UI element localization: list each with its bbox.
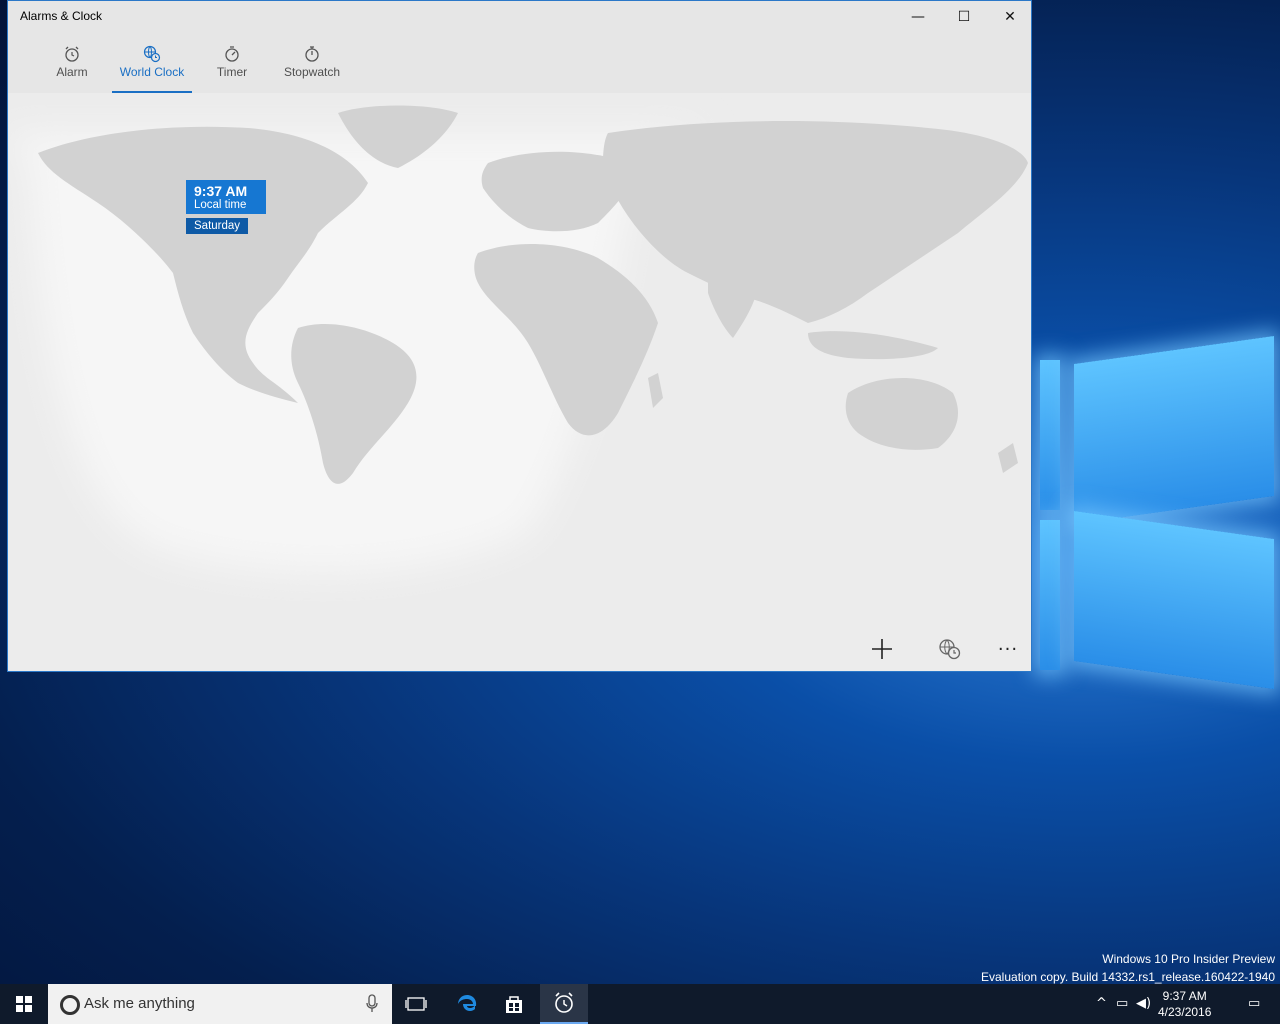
tab-bar: Alarm World Clock Timer Stopwatch bbox=[8, 33, 1031, 93]
tab-label: Stopwatch bbox=[283, 65, 341, 79]
windows-logo-icon bbox=[16, 996, 32, 1012]
wallpaper-windows-logo bbox=[1032, 320, 1280, 690]
edge-icon bbox=[458, 995, 477, 1011]
world-map[interactable]: 9:37 AM Local time Saturday ··· bbox=[8, 93, 1031, 671]
network-icon[interactable]: ▭ bbox=[1116, 996, 1128, 1011]
india bbox=[708, 271, 758, 338]
more-options-button[interactable]: ··· bbox=[988, 629, 1028, 669]
asia bbox=[603, 121, 1028, 324]
local-time-value: 9:37 AM bbox=[194, 183, 248, 199]
alarm-clock-app-icon bbox=[555, 992, 573, 1013]
plus-icon bbox=[872, 639, 892, 659]
local-time-label: Local time bbox=[194, 199, 247, 211]
store-icon bbox=[506, 996, 522, 1013]
action-center-icon[interactable]: ▭ bbox=[1248, 996, 1260, 1011]
alarms-clock-window: Alarms & Clock — ☐ ✕ Alarm World Clock T… bbox=[7, 0, 1032, 672]
window-title: Alarms & Clock bbox=[20, 9, 103, 23]
build-watermark: Windows 10 Pro Insider Preview Evaluatio… bbox=[981, 950, 1275, 986]
edge-browser-button[interactable] bbox=[443, 984, 491, 1024]
alarm-icon bbox=[65, 46, 79, 62]
minimize-button[interactable]: — bbox=[895, 1, 941, 33]
maximize-button[interactable]: ☐ bbox=[941, 1, 987, 33]
chevron-up-icon[interactable]: ^ bbox=[1096, 996, 1107, 1011]
add-city-button[interactable] bbox=[862, 629, 902, 669]
taskbar-time: 9:37 AM bbox=[1162, 989, 1207, 1003]
taskbar-clock[interactable]: 9:37 AM 4/23/2016 bbox=[1158, 988, 1211, 1020]
compare-clock-icon bbox=[939, 639, 961, 660]
new-zealand bbox=[998, 443, 1018, 473]
tab-timer[interactable]: Timer bbox=[208, 41, 256, 93]
volume-icon[interactable]: ◀) bbox=[1136, 996, 1151, 1011]
cortana-icon bbox=[60, 995, 80, 1015]
madagascar bbox=[648, 373, 663, 408]
task-view-icon bbox=[405, 997, 427, 1011]
time-main-block: 9:37 AM Local time bbox=[186, 180, 266, 214]
local-time-card[interactable]: 9:37 AM Local time Saturday bbox=[186, 180, 266, 234]
tab-label: World Clock bbox=[119, 65, 185, 79]
taskbar-date: 4/23/2016 bbox=[1158, 1005, 1212, 1019]
indonesia bbox=[808, 331, 938, 360]
close-button[interactable]: ✕ bbox=[987, 1, 1031, 33]
tab-label: Timer bbox=[216, 65, 248, 79]
tab-alarm[interactable]: Alarm bbox=[48, 41, 96, 93]
alarms-clock-taskbar-button[interactable] bbox=[540, 984, 588, 1024]
cortana-search-box[interactable]: Ask me anything bbox=[48, 984, 392, 1024]
search-placeholder: Ask me anything bbox=[84, 995, 195, 1012]
stopwatch-icon bbox=[305, 46, 319, 62]
title-bar[interactable]: Alarms & Clock — ☐ ✕ bbox=[8, 1, 1031, 33]
tab-world-clock[interactable]: World Clock bbox=[112, 41, 192, 93]
task-view-button[interactable] bbox=[392, 984, 440, 1024]
timer-icon bbox=[225, 46, 239, 62]
store-button[interactable] bbox=[490, 984, 538, 1024]
tab-stopwatch[interactable]: Stopwatch bbox=[276, 41, 348, 93]
australia bbox=[845, 378, 958, 450]
compare-button[interactable] bbox=[930, 629, 970, 669]
world-map-graphic bbox=[8, 105, 1028, 574]
watermark-line-1: Windows 10 Pro Insider Preview bbox=[1102, 952, 1275, 966]
start-button[interactable] bbox=[0, 984, 48, 1024]
tab-label: Alarm bbox=[56, 65, 88, 79]
system-tray: ^ ▭ ◀) 9:37 AM 4/23/2016 ▭ bbox=[1088, 984, 1280, 1024]
taskbar: Ask me anything ^ ▭ ◀) 9:37 AM 4/23/2016… bbox=[0, 984, 1280, 1024]
globe-clock-icon bbox=[143, 45, 161, 63]
local-day-label: Saturday bbox=[186, 218, 249, 234]
microphone-icon[interactable] bbox=[366, 994, 378, 1014]
